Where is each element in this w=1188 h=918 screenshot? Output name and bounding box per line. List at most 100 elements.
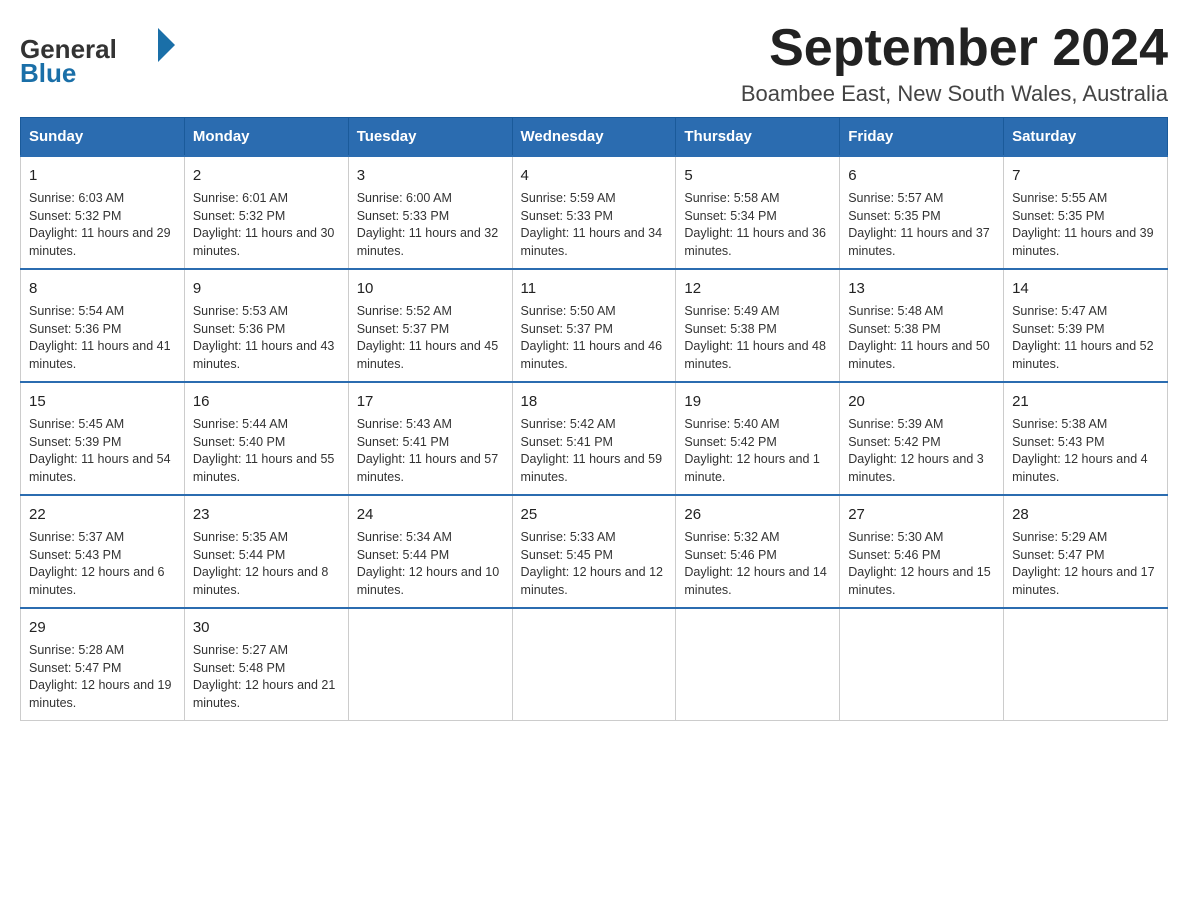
day-info: Sunrise: 5:40 AMSunset: 5:42 PMDaylight:… — [684, 416, 831, 486]
day-of-week-header: Wednesday — [512, 118, 676, 157]
day-info: Sunrise: 5:53 AMSunset: 5:36 PMDaylight:… — [193, 303, 340, 373]
day-info: Sunrise: 6:00 AMSunset: 5:33 PMDaylight:… — [357, 190, 504, 260]
day-number: 24 — [357, 504, 504, 525]
day-info: Sunrise: 5:30 AMSunset: 5:46 PMDaylight:… — [848, 529, 995, 599]
calendar-day-cell: 16 Sunrise: 5:44 AMSunset: 5:40 PMDayligh… — [184, 382, 348, 495]
logo-svg: General Blue — [20, 20, 180, 90]
day-info: Sunrise: 6:03 AMSunset: 5:32 PMDaylight:… — [29, 190, 176, 260]
day-info: Sunrise: 5:49 AMSunset: 5:38 PMDaylight:… — [684, 303, 831, 373]
calendar-day-cell: 1Sunrise: 6:03 AMSunset: 5:32 PMDaylight… — [21, 156, 185, 269]
day-number: 12 — [684, 278, 831, 299]
calendar-day-cell — [348, 608, 512, 721]
day-number: 10 — [357, 278, 504, 299]
day-number: 25 — [521, 504, 668, 525]
day-of-week-header: Saturday — [1004, 118, 1168, 157]
day-info: Sunrise: 6:01 AMSunset: 5:32 PMDaylight:… — [193, 190, 340, 260]
calendar-day-cell — [676, 608, 840, 721]
calendar-day-cell: 28 Sunrise: 5:29 AMSunset: 5:47 PMDayligh… — [1004, 495, 1168, 608]
location-title: Boambee East, New South Wales, Australia — [741, 81, 1168, 107]
calendar-week-row: 1Sunrise: 6:03 AMSunset: 5:32 PMDaylight… — [21, 156, 1168, 269]
day-number: 20 — [848, 391, 995, 412]
day-number: 16 — [193, 391, 340, 412]
calendar-day-cell: 6 Sunrise: 5:57 AMSunset: 5:35 PMDaylight… — [840, 156, 1004, 269]
day-info: Sunrise: 5:42 AMSunset: 5:41 PMDaylight:… — [521, 416, 668, 486]
month-title: September 2024 — [741, 20, 1168, 77]
day-info: Sunrise: 5:39 AMSunset: 5:42 PMDaylight:… — [848, 416, 995, 486]
day-info: Sunrise: 5:45 AMSunset: 5:39 PMDaylight:… — [29, 416, 176, 486]
calendar-day-cell — [512, 608, 676, 721]
day-info: Sunrise: 5:55 AMSunset: 5:35 PMDaylight:… — [1012, 190, 1159, 260]
calendar-day-cell: 24 Sunrise: 5:34 AMSunset: 5:44 PMDayligh… — [348, 495, 512, 608]
day-info: Sunrise: 5:37 AMSunset: 5:43 PMDaylight:… — [29, 529, 176, 599]
day-of-week-header: Friday — [840, 118, 1004, 157]
day-number: 6 — [848, 165, 995, 186]
day-number: 5 — [684, 165, 831, 186]
day-of-week-header: Monday — [184, 118, 348, 157]
calendar-day-cell: 25Sunrise: 5:33 AMSunset: 5:45 PMDayligh… — [512, 495, 676, 608]
calendar-day-cell: 9 Sunrise: 5:53 AMSunset: 5:36 PMDaylight… — [184, 269, 348, 382]
svg-text:Blue: Blue — [20, 58, 76, 88]
day-info: Sunrise: 5:43 AMSunset: 5:41 PMDaylight:… — [357, 416, 504, 486]
day-info: Sunrise: 5:48 AMSunset: 5:38 PMDaylight:… — [848, 303, 995, 373]
calendar-day-cell: 10Sunrise: 5:52 AMSunset: 5:37 PMDayligh… — [348, 269, 512, 382]
calendar-table: SundayMondayTuesdayWednesdayThursdayFrid… — [20, 117, 1168, 721]
day-number: 22 — [29, 504, 176, 525]
calendar-day-cell: 14Sunrise: 5:47 AMSunset: 5:39 PMDayligh… — [1004, 269, 1168, 382]
day-info: Sunrise: 5:57 AMSunset: 5:35 PMDaylight:… — [848, 190, 995, 260]
calendar-day-cell: 5Sunrise: 5:58 AMSunset: 5:34 PMDaylight… — [676, 156, 840, 269]
page-header: General Blue September 2024 Boambee East… — [20, 20, 1168, 107]
day-info: Sunrise: 5:28 AMSunset: 5:47 PMDaylight:… — [29, 642, 176, 712]
day-number: 3 — [357, 165, 504, 186]
calendar-day-cell: 22 Sunrise: 5:37 AMSunset: 5:43 PMDayligh… — [21, 495, 185, 608]
day-of-week-header: Thursday — [676, 118, 840, 157]
day-number: 15 — [29, 391, 176, 412]
day-number: 30 — [193, 617, 340, 638]
calendar-week-row: 8 Sunrise: 5:54 AMSunset: 5:36 PMDaylight… — [21, 269, 1168, 382]
day-number: 23 — [193, 504, 340, 525]
calendar-day-cell: 27 Sunrise: 5:30 AMSunset: 5:46 PMDayligh… — [840, 495, 1004, 608]
day-info: Sunrise: 5:29 AMSunset: 5:47 PMDaylight:… — [1012, 529, 1159, 599]
calendar-day-cell: 26 Sunrise: 5:32 AMSunset: 5:46 PMDayligh… — [676, 495, 840, 608]
calendar-day-cell: 13 Sunrise: 5:48 AMSunset: 5:38 PMDayligh… — [840, 269, 1004, 382]
calendar-day-cell: 11Sunrise: 5:50 AMSunset: 5:37 PMDayligh… — [512, 269, 676, 382]
logo: General Blue — [20, 20, 180, 90]
calendar-day-cell: 23 Sunrise: 5:35 AMSunset: 5:44 PMDayligh… — [184, 495, 348, 608]
day-info: Sunrise: 5:35 AMSunset: 5:44 PMDaylight:… — [193, 529, 340, 599]
day-of-week-header: Tuesday — [348, 118, 512, 157]
day-number: 26 — [684, 504, 831, 525]
day-number: 19 — [684, 391, 831, 412]
day-number: 7 — [1012, 165, 1159, 186]
day-info: Sunrise: 5:47 AMSunset: 5:39 PMDaylight:… — [1012, 303, 1159, 373]
day-number: 29 — [29, 617, 176, 638]
day-number: 18 — [521, 391, 668, 412]
day-number: 9 — [193, 278, 340, 299]
calendar-day-cell: 18 Sunrise: 5:42 AMSunset: 5:41 PMDayligh… — [512, 382, 676, 495]
day-of-week-header: Sunday — [21, 118, 185, 157]
day-info: Sunrise: 5:38 AMSunset: 5:43 PMDaylight:… — [1012, 416, 1159, 486]
calendar-header-row: SundayMondayTuesdayWednesdayThursdayFrid… — [21, 118, 1168, 157]
calendar-week-row: 15 Sunrise: 5:45 AMSunset: 5:39 PMDayligh… — [21, 382, 1168, 495]
day-info: Sunrise: 5:34 AMSunset: 5:44 PMDaylight:… — [357, 529, 504, 599]
day-info: Sunrise: 5:27 AMSunset: 5:48 PMDaylight:… — [193, 642, 340, 712]
calendar-day-cell — [840, 608, 1004, 721]
day-info: Sunrise: 5:54 AMSunset: 5:36 PMDaylight:… — [29, 303, 176, 373]
day-number: 17 — [357, 391, 504, 412]
calendar-day-cell: 4Sunrise: 5:59 AMSunset: 5:33 PMDaylight… — [512, 156, 676, 269]
calendar-day-cell: 7 Sunrise: 5:55 AMSunset: 5:35 PMDaylight… — [1004, 156, 1168, 269]
calendar-day-cell: 3 Sunrise: 6:00 AMSunset: 5:33 PMDaylight… — [348, 156, 512, 269]
title-block: September 2024 Boambee East, New South W… — [741, 20, 1168, 107]
calendar-week-row: 22 Sunrise: 5:37 AMSunset: 5:43 PMDayligh… — [21, 495, 1168, 608]
calendar-day-cell — [1004, 608, 1168, 721]
calendar-day-cell: 8 Sunrise: 5:54 AMSunset: 5:36 PMDaylight… — [21, 269, 185, 382]
day-info: Sunrise: 5:32 AMSunset: 5:46 PMDaylight:… — [684, 529, 831, 599]
calendar-day-cell: 30 Sunrise: 5:27 AMSunset: 5:48 PMDayligh… — [184, 608, 348, 721]
calendar-day-cell: 20 Sunrise: 5:39 AMSunset: 5:42 PMDayligh… — [840, 382, 1004, 495]
day-number: 28 — [1012, 504, 1159, 525]
calendar-day-cell: 19 Sunrise: 5:40 AMSunset: 5:42 PMDayligh… — [676, 382, 840, 495]
day-number: 21 — [1012, 391, 1159, 412]
calendar-day-cell: 12 Sunrise: 5:49 AMSunset: 5:38 PMDayligh… — [676, 269, 840, 382]
day-number: 13 — [848, 278, 995, 299]
day-number: 8 — [29, 278, 176, 299]
day-number: 27 — [848, 504, 995, 525]
day-info: Sunrise: 5:44 AMSunset: 5:40 PMDaylight:… — [193, 416, 340, 486]
